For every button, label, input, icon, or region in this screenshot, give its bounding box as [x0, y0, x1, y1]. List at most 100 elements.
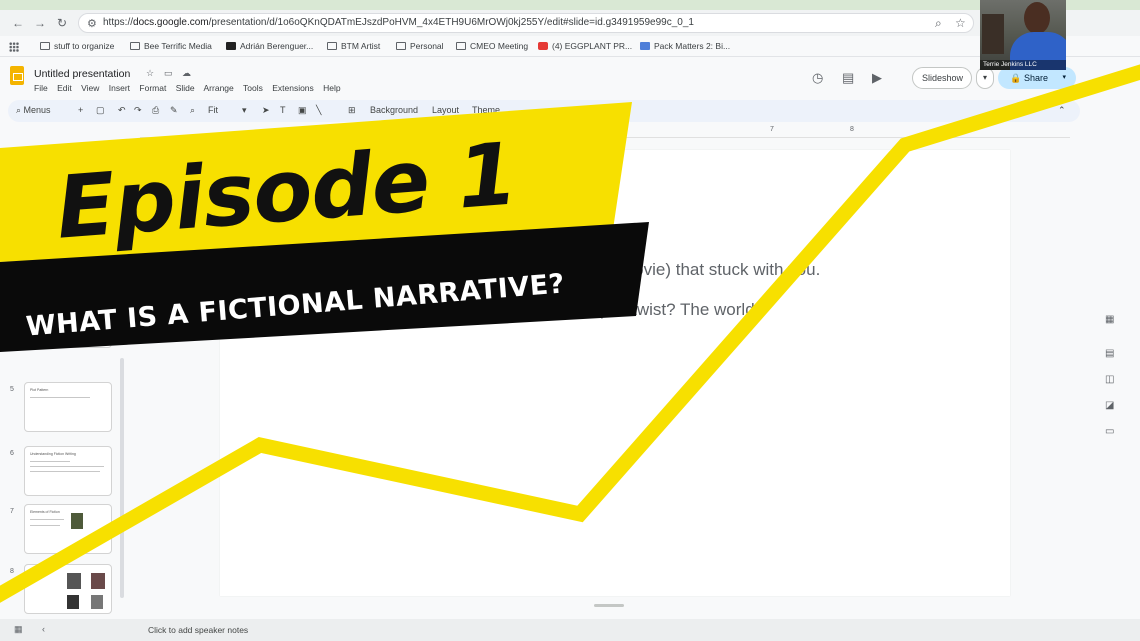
search-menus-button[interactable]: ⌕ Menus [16, 105, 51, 116]
thumbnail-image [67, 595, 79, 609]
bookmark-item[interactable]: CMEO Meeting [456, 41, 528, 51]
tasks-icon[interactable]: ◫ [1105, 374, 1114, 385]
bookmark-label: CMEO Meeting [470, 41, 529, 51]
speaker-notes-input[interactable]: Click to add speaker notes [148, 625, 248, 635]
bookmark-item[interactable]: Bee Terrific Media [130, 41, 212, 51]
thumbnail-title: Plot Pattern [30, 388, 49, 392]
bookmark-label: (4) EGGPLANT PR... [552, 41, 633, 51]
menu-file[interactable]: File [34, 83, 48, 93]
folder-icon [456, 42, 466, 50]
ruler-mark: 8 [850, 126, 854, 133]
menu-help[interactable]: Help [323, 83, 340, 93]
folder-icon[interactable]: ▭ [1105, 426, 1114, 437]
text-box-icon[interactable]: T [280, 105, 286, 115]
print-icon[interactable]: ⎙ [152, 105, 159, 116]
bookmark-star-icon[interactable]: ☆ [955, 16, 966, 30]
menu-arrange[interactable]: Arrange [204, 83, 234, 93]
menu-view[interactable]: View [81, 83, 99, 93]
image-icon[interactable]: ▣ [298, 105, 307, 116]
youtube-icon [538, 42, 548, 50]
collapse-filmstrip-icon[interactable]: ‹ [42, 624, 45, 634]
bookmark-item[interactable]: Adrián Berenguer... [226, 41, 313, 51]
speaker-notes-bar: ▦ ‹ Click to add speaker notes [0, 619, 1140, 641]
thumbnail-image [91, 573, 105, 589]
slideshow-options-button[interactable]: ▾ [976, 67, 994, 89]
undo-icon[interactable]: ↶ [118, 105, 126, 116]
thumbnail-text-line [30, 466, 104, 467]
new-slide-layout-icon[interactable]: ▢ [96, 105, 105, 116]
version-history-icon[interactable]: ◷ [812, 70, 823, 86]
meet-icon[interactable]: ▶ [872, 70, 882, 86]
zoom-chevron-icon[interactable]: ▾ [242, 105, 247, 116]
menu-tools[interactable]: Tools [243, 83, 263, 93]
menus-label: Menus [23, 105, 51, 115]
bookmark-label: BTM Artist [341, 41, 381, 51]
bookmark-item[interactable]: stuff to organize [40, 41, 114, 51]
url-input[interactable]: ⚙ https://docs.google.com/presentation/d… [78, 13, 974, 33]
zoom-icon[interactable]: ⌕ [190, 105, 195, 116]
select-cursor-icon[interactable]: ➤ [262, 105, 270, 116]
star-icon[interactable]: ☆ [146, 68, 154, 79]
folder-icon [130, 42, 140, 50]
comment-add-icon[interactable]: ⊞ [348, 105, 356, 116]
keep-icon[interactable]: ▤ [1105, 348, 1114, 359]
slideshow-button[interactable]: Slideshow [912, 67, 972, 89]
menu-extensions[interactable]: Extensions [272, 83, 314, 93]
share-button[interactable]: 🔒 Share ▾ [998, 67, 1076, 89]
new-slide-icon[interactable]: + [78, 105, 83, 115]
chevron-down-icon: ▾ [1062, 74, 1066, 81]
collapse-toolbar-icon[interactable]: ⌃ [1058, 105, 1066, 116]
menu-slide[interactable]: Slide [176, 83, 195, 93]
site-info-icon[interactable]: ⚙ [87, 17, 97, 30]
folder-icon [396, 42, 406, 50]
menu-format[interactable]: Format [139, 83, 166, 93]
forward-icon[interactable]: → [32, 15, 48, 31]
url-host: docs.google.com [133, 17, 209, 28]
bookmark-label: Bee Terrific Media [144, 41, 212, 51]
menu-edit[interactable]: Edit [57, 83, 72, 93]
background-button[interactable]: Background [370, 105, 418, 115]
slides-logo-icon[interactable] [10, 66, 24, 85]
webcam-background [982, 14, 1004, 54]
contacts-icon[interactable]: ◪ [1105, 400, 1114, 411]
redo-icon[interactable]: ↷ [134, 105, 142, 116]
thumbnail-image [67, 573, 81, 589]
slide-number: 7 [10, 508, 14, 515]
thumbnail-text-line [30, 525, 60, 526]
document-title[interactable]: Untitled presentation [34, 68, 130, 80]
webcam-name-label: Terrie Jenkins LLC [980, 60, 1066, 70]
slide-thumbnail[interactable]: Plot Pattern [24, 382, 112, 432]
comments-icon[interactable]: ▤ [842, 70, 854, 86]
layout-button[interactable]: Layout [432, 105, 459, 115]
paint-format-icon[interactable]: ✎ [170, 105, 178, 116]
bookmark-label: Adrián Berenguer... [240, 41, 314, 51]
calendar-icon[interactable]: ▦ [1105, 314, 1114, 325]
bookmark-item[interactable]: (4) EGGPLANT PR... [538, 41, 632, 51]
lock-icon: 🔒 [1010, 73, 1022, 83]
bookmark-label: stuff to organize [54, 41, 115, 51]
zoom-select[interactable]: Fit [208, 105, 218, 115]
apps-grid-icon[interactable] [9, 42, 19, 52]
menu-insert[interactable]: Insert [109, 83, 130, 93]
bookmark-item[interactable]: BTM Artist [327, 41, 380, 51]
filmstrip-scrollbar[interactable] [120, 358, 124, 598]
move-folder-icon[interactable]: ▭ [164, 68, 173, 79]
bookmark-item[interactable]: Personal [396, 41, 444, 51]
bookmarks-bar: stuff to organize Bee Terrific Media Adr… [0, 37, 1140, 57]
bookmark-item[interactable]: Pack Matters 2: Bi... [640, 41, 730, 51]
share-label: Share [1024, 73, 1049, 83]
back-icon[interactable]: ← [10, 15, 26, 31]
reload-icon[interactable]: ↻ [54, 15, 70, 31]
slide-number: 6 [10, 450, 14, 457]
url-text: https://docs.google.com/presentation/d/1… [103, 17, 694, 28]
thumbnail-text-line [30, 461, 70, 462]
thumbnail-image [91, 595, 103, 609]
cloud-status-icon: ☁ [182, 68, 191, 78]
slide-number: 5 [10, 386, 14, 393]
zoom-icon[interactable]: ⌕ [935, 16, 942, 31]
url-path: /presentation/d/1o6oQKnQDATmEJszdPoHVM_4… [208, 17, 694, 28]
notes-resize-handle[interactable] [594, 604, 624, 607]
slide-thumbnail[interactable]: Understanding Fiction Writing [24, 446, 112, 496]
line-icon[interactable]: ╲ [316, 105, 321, 116]
grid-view-icon[interactable]: ▦ [14, 624, 23, 635]
